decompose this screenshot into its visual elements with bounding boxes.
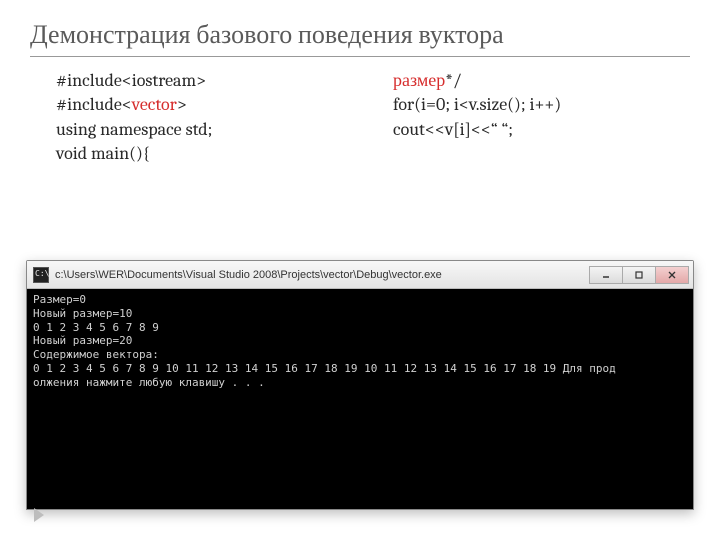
code-line: #include<iostream> (56, 69, 353, 93)
console-output[interactable]: Размер=0 Новый размер=10 0 1 2 3 4 5 6 7… (27, 289, 693, 509)
app-icon (33, 267, 49, 283)
code-right-column: размер*/ for(i=0; i<v.size(); i++) cout<… (393, 69, 690, 166)
code-columns: #include<iostream> #include<vector> usin… (30, 69, 690, 166)
window-title-text: c:\Users\WER\Documents\Visual Studio 200… (55, 269, 590, 281)
maximize-button[interactable] (622, 266, 656, 284)
code-line: размер*/ (393, 69, 690, 93)
code-line: void main(){ (56, 142, 353, 166)
code-line: cout<<v[i]<<“ “; (393, 118, 690, 142)
highlight-vector: vector (132, 94, 177, 115)
code-left-column: #include<iostream> #include<vector> usin… (56, 69, 353, 166)
window-titlebar[interactable]: c:\Users\WER\Documents\Visual Studio 200… (27, 261, 693, 289)
slide-title: Демонстрация базового поведения вуктора (30, 20, 690, 57)
code-line: using namespace std; (56, 118, 353, 142)
code-line: #include<vector> (56, 93, 353, 117)
next-slide-marker-icon (34, 508, 44, 522)
highlight-size: размер (393, 70, 445, 91)
code-line: for(i=0; i<v.size(); i++) (393, 93, 690, 117)
minimize-button[interactable] (589, 266, 623, 284)
close-button[interactable] (655, 266, 689, 284)
console-window: c:\Users\WER\Documents\Visual Studio 200… (26, 260, 694, 510)
